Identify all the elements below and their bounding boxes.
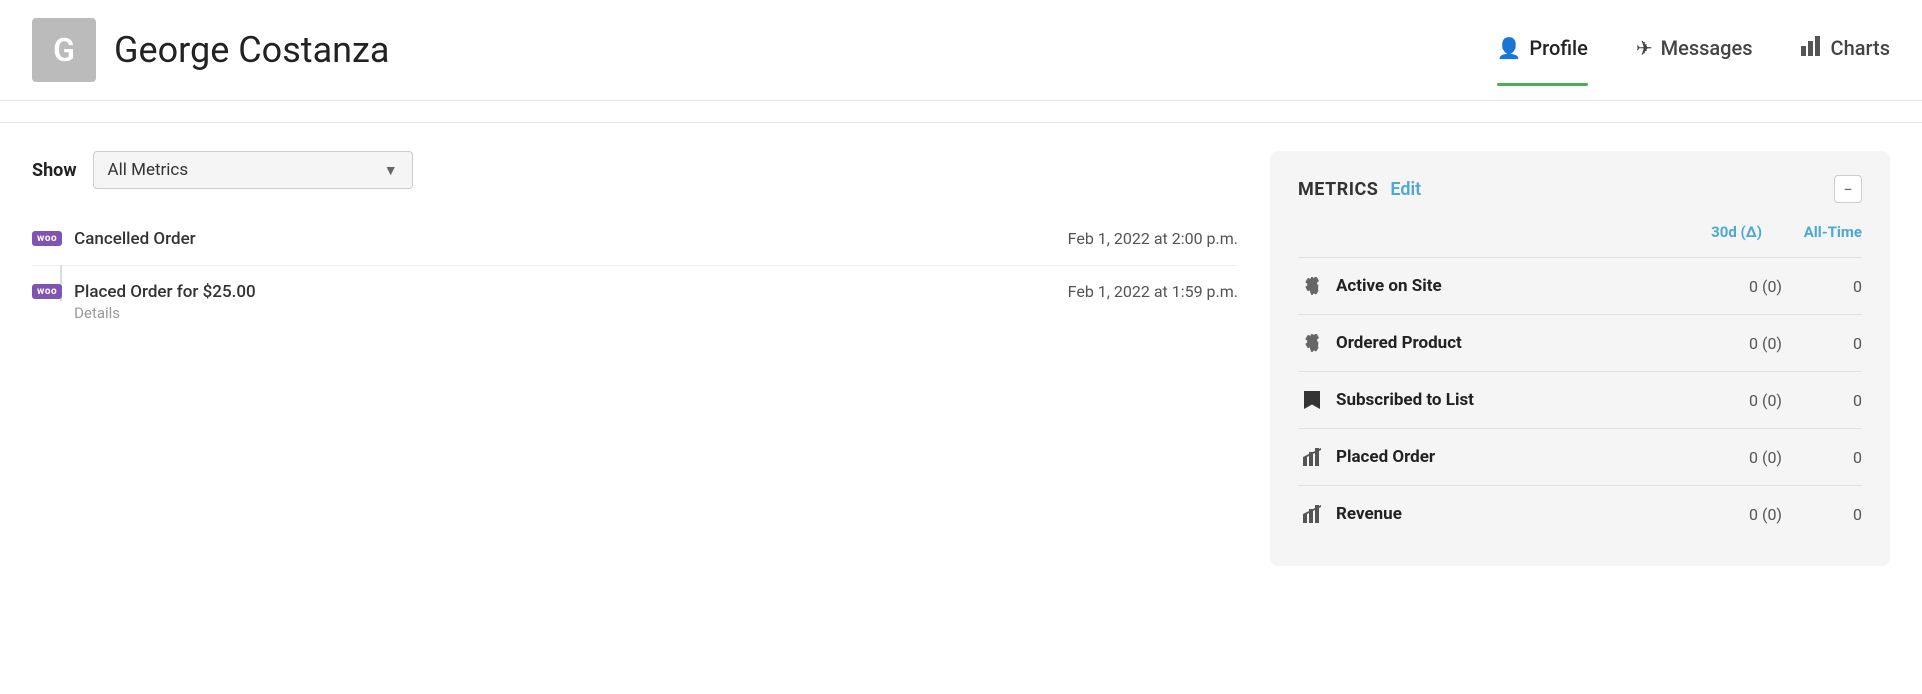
metrics-row-subscribed-to-list: Subscribed to List 0 (0) 0: [1298, 371, 1862, 428]
metric-label-subscribed-to-list: Subscribed to List: [1336, 390, 1682, 410]
metric-alltime-active-on-site: 0: [1782, 277, 1862, 296]
metrics-header: METRICS Edit −: [1298, 175, 1862, 203]
nav-profile[interactable]: 👤 Profile: [1497, 36, 1588, 64]
metrics-edit-button[interactable]: Edit: [1390, 179, 1421, 200]
activity-list: woo Cancelled Order Feb 1, 2022 at 2:00 …: [32, 213, 1238, 338]
col-header-30d: 30d (Δ): [1662, 223, 1762, 241]
metrics-col-headers: 30d (Δ) All-Time: [1298, 223, 1862, 249]
metric-label-placed-order: Placed Order: [1336, 447, 1682, 467]
metric-label-active-on-site: Active on Site: [1336, 276, 1682, 296]
woo-badge: woo: [32, 284, 62, 299]
metric-label-ordered-product: Ordered Product: [1336, 333, 1682, 353]
metrics-row-revenue: Revenue 0 (0) 0: [1298, 485, 1862, 542]
profile-icon: 👤: [1497, 36, 1522, 60]
nav-charts[interactable]: Charts: [1801, 36, 1890, 65]
select-value: All Metrics: [108, 160, 189, 180]
activity-content: Cancelled Order: [74, 229, 1044, 249]
nav-charts-label: Charts: [1831, 36, 1890, 60]
show-label: Show: [32, 160, 77, 181]
gear-icon: [1298, 329, 1326, 357]
metric-30d-placed-order: 0 (0): [1682, 448, 1782, 467]
activity-details-link[interactable]: Details: [74, 304, 1044, 322]
messages-icon: ✈: [1636, 36, 1653, 60]
header-nav: 👤 Profile ✈ Messages Charts: [1497, 36, 1891, 65]
show-filter: Show All Metrics ▼: [32, 151, 1238, 189]
bar-chart-icon: [1298, 443, 1326, 471]
nav-messages[interactable]: ✈ Messages: [1636, 36, 1753, 64]
activity-content: Placed Order for $25.00 Details: [74, 282, 1044, 322]
main-content: Show All Metrics ▼ woo Cancelled Order F…: [0, 123, 1922, 594]
activity-title: Cancelled Order: [74, 229, 196, 249]
left-panel: Show All Metrics ▼ woo Cancelled Order F…: [32, 151, 1238, 338]
charts-icon: [1801, 36, 1823, 61]
metrics-row-active-on-site: Active on Site 0 (0) 0: [1298, 257, 1862, 314]
metrics-collapse-button[interactable]: −: [1834, 175, 1862, 203]
user-name: George Costanza: [114, 29, 389, 71]
activity-title: Placed Order for $25.00: [74, 282, 256, 302]
woo-badge: woo: [32, 231, 62, 246]
metrics-row-placed-order: Placed Order 0 (0) 0: [1298, 428, 1862, 485]
metric-30d-revenue: 0 (0): [1682, 505, 1782, 524]
metrics-title: METRICS: [1298, 179, 1378, 200]
metrics-title-group: METRICS Edit: [1298, 179, 1421, 200]
metrics-row-ordered-product: Ordered Product 0 (0) 0: [1298, 314, 1862, 371]
metric-30d-active-on-site: 0 (0): [1682, 277, 1782, 296]
activity-item-placed-order: woo Placed Order for $25.00 Details Feb …: [32, 266, 1238, 338]
gear-icon: [1298, 272, 1326, 300]
activity-date: Feb 1, 2022 at 2:00 p.m.: [1044, 229, 1238, 248]
metrics-filter-select[interactable]: All Metrics ▼: [93, 151, 413, 189]
header: G George Costanza 👤 Profile ✈ Messages C…: [0, 0, 1922, 101]
col-header-alltime: All-Time: [1762, 223, 1862, 241]
activity-date: Feb 1, 2022 at 1:59 p.m.: [1044, 282, 1238, 301]
avatar: G: [32, 18, 96, 82]
chevron-down-icon: ▼: [384, 162, 398, 179]
nav-messages-label: Messages: [1661, 36, 1753, 60]
metric-30d-ordered-product: 0 (0): [1682, 334, 1782, 353]
metric-alltime-ordered-product: 0: [1782, 334, 1862, 353]
metrics-table: 30d (Δ) All-Time Active on Site 0 (0) 0 …: [1298, 223, 1862, 542]
nav-profile-label: Profile: [1529, 36, 1587, 60]
metric-alltime-placed-order: 0: [1782, 448, 1862, 467]
sub-header: [0, 101, 1922, 123]
metric-alltime-subscribed-to-list: 0: [1782, 391, 1862, 410]
revenue-chart-icon: [1298, 500, 1326, 528]
activity-item-cancelled-order: woo Cancelled Order Feb 1, 2022 at 2:00 …: [32, 213, 1238, 266]
metric-alltime-revenue: 0: [1782, 505, 1862, 524]
metric-label-revenue: Revenue: [1336, 504, 1682, 524]
metrics-panel: METRICS Edit − 30d (Δ) All-Time Active o…: [1270, 151, 1890, 566]
metric-30d-subscribed-to-list: 0 (0): [1682, 391, 1782, 410]
bookmark-icon: [1298, 386, 1326, 414]
